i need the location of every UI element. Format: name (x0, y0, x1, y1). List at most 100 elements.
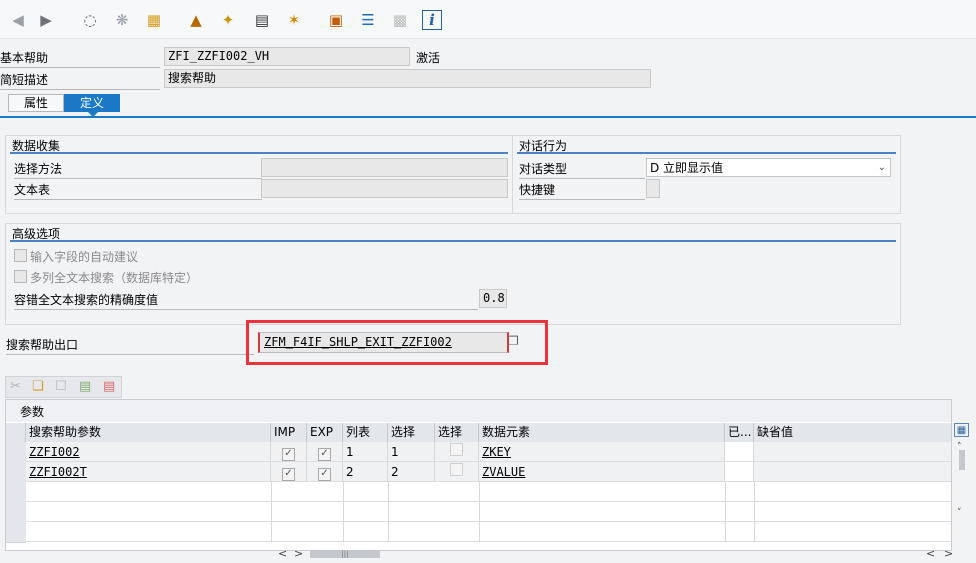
copy-icon[interactable]: ❐ (508, 334, 522, 349)
checkbox-icon[interactable]: ✓ (282, 468, 295, 481)
scroll-right-icon[interactable]: > (944, 547, 958, 561)
auto-suggest-checkbox[interactable]: 输入字段的自动建议 (14, 249, 138, 265)
table-cell-parameter[interactable]: ZZFI002T (26, 462, 271, 482)
activate-icon[interactable]: ▦ (144, 10, 164, 30)
table-cell-data-element[interactable]: ZVALUE (479, 462, 725, 482)
scroll-left-icon[interactable]: < (278, 547, 292, 561)
status-text: 激活 (416, 51, 441, 65)
column-header-imp[interactable]: IMP (271, 423, 307, 442)
row-selector[interactable] (6, 462, 26, 483)
row-selector[interactable] (6, 482, 26, 503)
tab-definition[interactable]: 定义 (64, 94, 120, 112)
column-header-select[interactable]: 选择 (388, 423, 435, 442)
column-header-exp[interactable]: EXP (307, 423, 343, 442)
table-cell-select[interactable]: 2 (388, 462, 435, 482)
forward-arrow-icon[interactable]: ▶ (36, 10, 56, 30)
divider (14, 178, 262, 179)
magic-wand-icon[interactable]: ✦ (218, 10, 238, 30)
glasses-icon[interactable]: ◌ (80, 10, 100, 30)
row-selector[interactable] (6, 522, 26, 543)
checkbox-icon[interactable]: ✓ (318, 468, 331, 481)
table-title: 参数 (20, 405, 45, 419)
divider (388, 482, 389, 542)
table-cell-modified[interactable] (725, 442, 754, 462)
checkbox-icon[interactable] (450, 463, 463, 476)
info-icon[interactable]: i (422, 10, 442, 30)
tab-strip-line (0, 116, 976, 118)
multi-column-search-checkbox[interactable]: 多列全文本搜索（数据库特定） (14, 270, 198, 286)
divider (14, 309, 478, 310)
other-object-icon[interactable]: ❋ (112, 10, 132, 30)
group-title-line (517, 152, 896, 154)
tab-attributes[interactable]: 属性 (8, 94, 64, 112)
table-toolbar: ✂ ❏ ☐ ▤ ▤ (5, 376, 122, 398)
divider (0, 67, 160, 68)
table-cell-list[interactable]: 2 (343, 462, 388, 482)
checkbox-icon[interactable]: ✓ (282, 448, 295, 461)
column-header-default[interactable]: 缺省值 (754, 423, 951, 442)
column-header-data-element[interactable]: 数据元素 (479, 423, 725, 442)
fuzzy-accuracy-field[interactable]: 0.8 (479, 289, 507, 308)
where-used-icon[interactable]: ▤ (252, 10, 272, 30)
horizontal-scroll-thumb[interactable]: ||| (310, 550, 380, 558)
table-cell-modified[interactable] (725, 462, 754, 482)
scroll-left-icon[interactable]: < (926, 547, 940, 561)
copy-row-icon[interactable]: ❏ (32, 379, 44, 394)
divider (6, 354, 254, 355)
table-cell-select[interactable]: 1 (388, 442, 435, 462)
active-tab-pointer (88, 112, 98, 117)
checkbox-icon[interactable] (450, 443, 463, 456)
dialog-type-value: D 立即显示值 (650, 161, 724, 175)
text-table-field[interactable] (261, 179, 508, 198)
navigation-icon[interactable]: ✶ (284, 10, 304, 30)
display-object-list-icon[interactable]: ☰ (358, 10, 378, 30)
help-label: 基本帮助 (0, 51, 49, 65)
hierarchy2-icon[interactable]: ▣ (326, 10, 346, 30)
hierarchy-icon[interactable]: ▲ (186, 10, 206, 30)
row-selector[interactable] (6, 502, 26, 523)
description-field[interactable]: 搜索帮助 (164, 69, 651, 88)
select-all-cell[interactable] (6, 423, 26, 442)
table-cell-data-element[interactable]: ZKEY (479, 442, 725, 462)
table-cell-select-display[interactable] (435, 442, 479, 462)
search-help-name-field[interactable]: ZFI_ZZFI002_VH (164, 47, 410, 66)
column-header-select-display[interactable]: 选择 (435, 423, 479, 442)
dialog-type-select[interactable]: D 立即显示值 ⌄ (646, 158, 891, 177)
table-cell-imp[interactable]: ✓ (271, 462, 307, 482)
table-cell-exp[interactable]: ✓ (307, 442, 343, 462)
divider (271, 482, 272, 542)
vertical-scrollbar[interactable]: ˄ ˅ (957, 442, 967, 548)
dialog-type-label: 对话类型 (519, 162, 568, 176)
scroll-thumb[interactable] (959, 450, 965, 470)
search-help-exit-field[interactable]: ZFM_F4IF_SHLP_EXIT_ZZFI002 (258, 332, 509, 353)
table-cell-imp[interactable]: ✓ (271, 442, 307, 462)
delete-row-icon[interactable]: ▤ (103, 379, 115, 394)
table-cell-list[interactable]: 1 (343, 442, 388, 462)
text-table-label: 文本表 (14, 183, 51, 197)
layout-icon[interactable]: ▩ (390, 10, 410, 30)
insert-row-icon[interactable]: ▤ (79, 379, 91, 394)
table-cell-select-display[interactable] (435, 462, 479, 482)
cut-icon[interactable]: ✂ (10, 379, 21, 394)
column-header-list[interactable]: 列表 (343, 423, 388, 442)
column-header-parameter[interactable]: 搜索帮助参数 (26, 423, 271, 442)
scroll-down-icon[interactable]: ˅ (957, 508, 962, 518)
checkbox-icon[interactable]: ✓ (318, 448, 331, 461)
column-header-modified[interactable]: 已... (725, 423, 754, 442)
back-arrow-icon[interactable]: ◀ (8, 10, 28, 30)
advanced-options-group: 高级选项 输入字段的自动建议 多列全文本搜索（数据库特定） 容错全文本搜索的精确… (5, 223, 901, 325)
table-cell-parameter[interactable]: ZZFI002 (26, 442, 271, 462)
hotkey-field[interactable] (646, 179, 660, 198)
table-cell-exp[interactable]: ✓ (307, 462, 343, 482)
selection-method-label: 选择方法 (14, 162, 63, 176)
table-cell-default[interactable] (754, 442, 951, 462)
table-cell-default[interactable] (754, 462, 951, 482)
row-selector[interactable] (6, 442, 26, 463)
selection-method-field[interactable] (261, 158, 508, 177)
paste-icon[interactable]: ☐ (55, 379, 67, 394)
dialog-behavior-group: 对话行为 对话类型 D 立即显示值 ⌄ 快捷键 (512, 135, 901, 214)
scroll-right-icon[interactable]: > (294, 547, 308, 561)
fuzzy-accuracy-label: 容错全文本搜索的精确度值 (14, 293, 159, 307)
divider (754, 482, 755, 542)
table-settings-icon[interactable]: ▦ (954, 423, 969, 437)
